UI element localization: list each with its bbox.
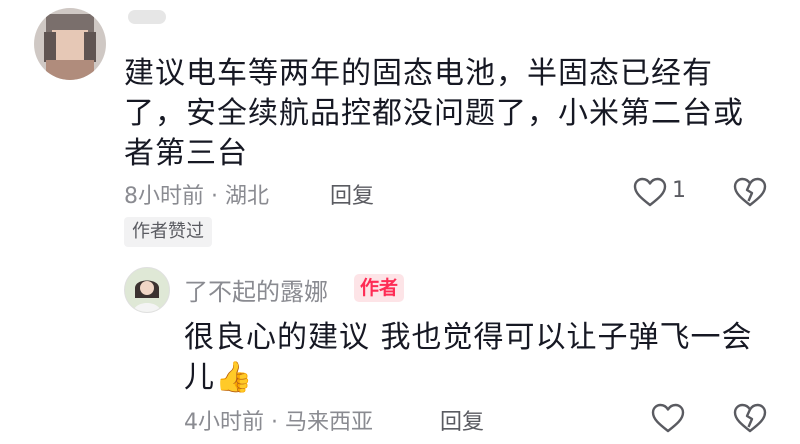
broken-heart-icon[interactable] xyxy=(732,400,768,436)
comment-location: 湖北 xyxy=(224,184,269,209)
thumbs-up-emoji: 👍 xyxy=(215,360,254,395)
commenter-name-blurred[interactable] xyxy=(128,10,166,24)
author-liked-badge: 作者赞过 xyxy=(124,217,212,247)
reply-username[interactable]: 了不起的露娜 xyxy=(184,272,328,307)
commenter-avatar[interactable] xyxy=(34,8,106,80)
comment-text: 建议电车等两年的固态电池，半固态已经有了，安全续航品控都没问题了，小米第二台或者… xyxy=(124,56,744,171)
comment-reply-button[interactable]: 回复 xyxy=(330,178,374,210)
comment-time: 8小时前 xyxy=(124,184,204,209)
meta-separator: · xyxy=(264,410,285,435)
reply-avatar[interactable] xyxy=(124,267,170,313)
reply-meta: 4小时前 · 马来西亚 xyxy=(184,404,373,436)
meta-separator: · xyxy=(204,184,225,209)
reply-text: 很良心的建议 我也觉得可以让子弹飞一会儿👍 xyxy=(184,318,764,398)
like-count: 1 xyxy=(672,178,686,203)
reply-time: 4小时前 xyxy=(184,410,264,435)
heart-icon[interactable] xyxy=(650,400,686,436)
author-tag: 作者 xyxy=(354,274,405,302)
heart-icon[interactable] xyxy=(632,174,668,210)
reply-text-body: 很良心的建议 我也觉得可以让子弹飞一会儿 xyxy=(184,320,753,395)
broken-heart-icon[interactable] xyxy=(732,174,768,210)
reply-reply-button[interactable]: 回复 xyxy=(440,404,484,436)
comment-meta: 8小时前 · 湖北 xyxy=(124,178,269,210)
reply-location: 马来西亚 xyxy=(284,410,373,435)
